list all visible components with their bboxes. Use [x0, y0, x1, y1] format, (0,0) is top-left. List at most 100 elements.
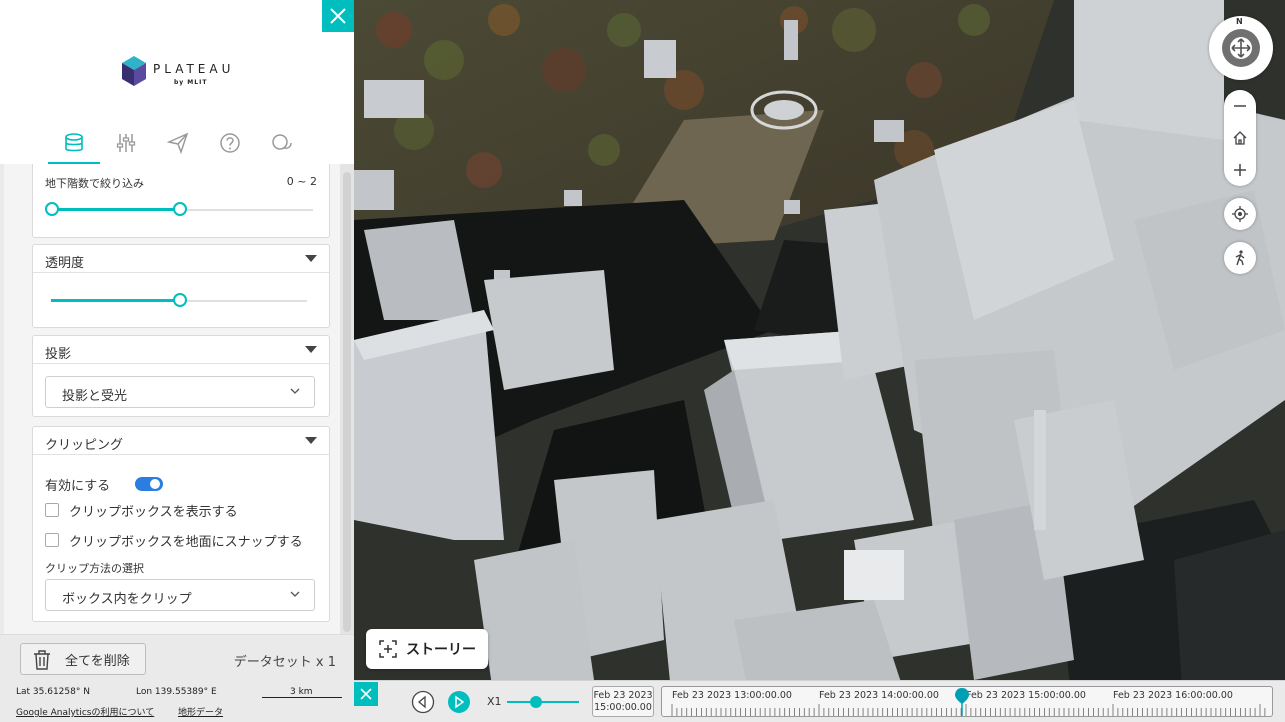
- zoom-out-button[interactable]: [1224, 90, 1256, 122]
- location-target-icon: [1232, 206, 1248, 222]
- map-viewport[interactable]: [354, 0, 1285, 722]
- clipping-header[interactable]: クリッピング: [33, 427, 329, 455]
- terrain-data-link[interactable]: 地形データ: [178, 705, 223, 718]
- clip-method-select[interactable]: ボックス内をクリップ: [45, 579, 315, 611]
- speed-slider-knob[interactable]: [529, 696, 542, 708]
- shadow-select-value: 投影と受光: [62, 389, 128, 404]
- latitude-readout: Lat 35.61258° N: [16, 687, 90, 697]
- delete-all-button[interactable]: 全てを削除: [20, 643, 146, 675]
- clip-method-value: ボックス内をクリップ: [62, 592, 192, 607]
- underground-filter-label: 地下階数で絞り込み: [45, 177, 144, 190]
- underground-filter-range: 0 ~ 2: [286, 175, 317, 188]
- scale-readout: 3 km: [290, 687, 313, 697]
- panel-tabs: [48, 128, 308, 164]
- shadow-label: 投影: [45, 347, 72, 362]
- caret-down-icon: [305, 437, 317, 444]
- scrollbar-thumb[interactable]: [343, 172, 351, 632]
- compass-north-label: N: [1236, 17, 1243, 26]
- story-button-label: ストーリー: [406, 642, 476, 658]
- underground-slider-max-knob[interactable]: [173, 202, 187, 216]
- panel-scrollbar[interactable]: [340, 164, 354, 634]
- paper-plane-icon: [167, 132, 189, 154]
- city-3d-scene: [354, 0, 1285, 722]
- current-date: Feb 23 2023: [593, 690, 653, 701]
- close-panel-button[interactable]: [322, 0, 354, 32]
- zoom-in-button[interactable]: [1224, 154, 1256, 186]
- underground-filter-card: 地下階数で絞り込み 0 ~ 2: [32, 164, 330, 238]
- plus-icon: [1234, 164, 1246, 176]
- shadow-select[interactable]: 投影と受光: [45, 376, 315, 408]
- zoom-controls: [1224, 90, 1256, 186]
- timeline-label: Feb 23 2023 15:00:00.00: [966, 690, 1086, 701]
- story-add-icon: [379, 640, 397, 658]
- current-time: 15:00:00.00: [594, 702, 652, 713]
- chevron-down-icon: [290, 388, 300, 394]
- panel-footer: 全てを削除 データセット x 1: [0, 634, 354, 680]
- transparency-slider-fill: [51, 299, 179, 302]
- speed-slider-track[interactable]: [507, 701, 579, 703]
- snap-to-ground-label: クリップボックスを地面にスナップする: [69, 535, 303, 550]
- clipping-enable-toggle[interactable]: [135, 477, 163, 491]
- cube-logo-icon: [122, 56, 146, 86]
- clipping-enable-label: 有効にする: [45, 479, 111, 494]
- transparency-card: 透明度: [32, 244, 330, 328]
- analytics-link[interactable]: Google Analyticsの利用について: [16, 705, 154, 718]
- home-button[interactable]: [1224, 122, 1256, 154]
- toggle-knob: [150, 479, 160, 489]
- clipping-label: クリッピング: [45, 438, 124, 453]
- home-icon: [1233, 131, 1247, 145]
- timeline-track[interactable]: Feb 23 2023 13:00:00.00 Feb 23 2023 14:0…: [661, 686, 1273, 717]
- minus-icon: [1234, 105, 1246, 107]
- step-back-button[interactable]: [411, 690, 435, 714]
- logo-text: PLATEAU: [153, 62, 235, 76]
- transparency-header[interactable]: 透明度: [33, 245, 329, 273]
- snap-to-ground-checkbox[interactable]: [45, 533, 59, 547]
- delete-all-label: 全てを削除: [65, 653, 130, 669]
- close-timeline-button[interactable]: [354, 682, 378, 706]
- underground-slider-min-knob[interactable]: [45, 202, 59, 216]
- playback-speed-label: X1: [487, 695, 502, 708]
- underground-slider-fill: [51, 208, 179, 211]
- tab-help[interactable]: [204, 128, 256, 164]
- status-bar: Lat 35.61258° N Lon 139.55389° E 3 km Go…: [0, 680, 354, 722]
- show-clip-box-label: クリップボックスを表示する: [69, 505, 238, 520]
- show-clip-box-checkbox[interactable]: [45, 503, 59, 517]
- longitude-readout: Lon 139.55389° E: [136, 687, 217, 697]
- compass[interactable]: N: [1209, 16, 1273, 80]
- chevron-down-icon: [290, 591, 300, 597]
- panel-header: PLATEAU by MLIT: [0, 0, 354, 164]
- tab-feedback[interactable]: [256, 128, 308, 164]
- clipping-card: クリッピング 有効にする クリップボックスを表示する クリップボックスを地面にス…: [32, 426, 330, 622]
- play-button[interactable]: [447, 690, 471, 714]
- tab-data[interactable]: [48, 128, 100, 164]
- walking-person-icon: [1235, 250, 1245, 266]
- trash-icon: [34, 650, 50, 670]
- move-arrows-icon: [1230, 37, 1252, 59]
- pedestrian-mode-button[interactable]: [1224, 242, 1256, 274]
- tab-settings[interactable]: [100, 128, 152, 164]
- close-icon: [330, 8, 346, 24]
- timeline-cursor[interactable]: [954, 688, 970, 717]
- question-icon: [220, 133, 240, 153]
- tab-share[interactable]: [152, 128, 204, 164]
- close-icon: [360, 688, 372, 700]
- compass-pan-control[interactable]: [1222, 29, 1260, 67]
- timeline-label: Feb 23 2023 16:00:00.00: [1113, 690, 1233, 701]
- story-button[interactable]: ストーリー: [366, 629, 488, 669]
- timeline-label: Feb 23 2023 14:00:00.00: [819, 690, 939, 701]
- sliders-icon: [116, 134, 136, 152]
- my-location-button[interactable]: [1224, 198, 1256, 230]
- shadow-header[interactable]: 投影: [33, 336, 329, 364]
- timeline-bar: X1 Feb 23 2023 15:00:00.00 Feb 23 2023 1…: [354, 680, 1285, 722]
- panel-content: 地下階数で絞り込み 0 ~ 2 透明度 投影 投影と受光 クリッピング 有効にす…: [4, 164, 340, 634]
- dataset-count: データセット x 1: [233, 655, 336, 670]
- timeline-label: Feb 23 2023 13:00:00.00: [672, 690, 792, 701]
- transparency-label: 透明度: [45, 256, 85, 271]
- database-icon: [65, 133, 83, 152]
- scale-bar: [262, 697, 342, 698]
- transparency-slider-knob[interactable]: [173, 293, 187, 307]
- clip-method-label: クリップ方法の選択: [45, 562, 144, 575]
- chat-icon: [272, 134, 292, 150]
- caret-down-icon: [305, 346, 317, 353]
- side-panel: PLATEAU by MLIT 地下階数で絞り込み 0 ~ 2 透明度 投影 投…: [0, 0, 354, 722]
